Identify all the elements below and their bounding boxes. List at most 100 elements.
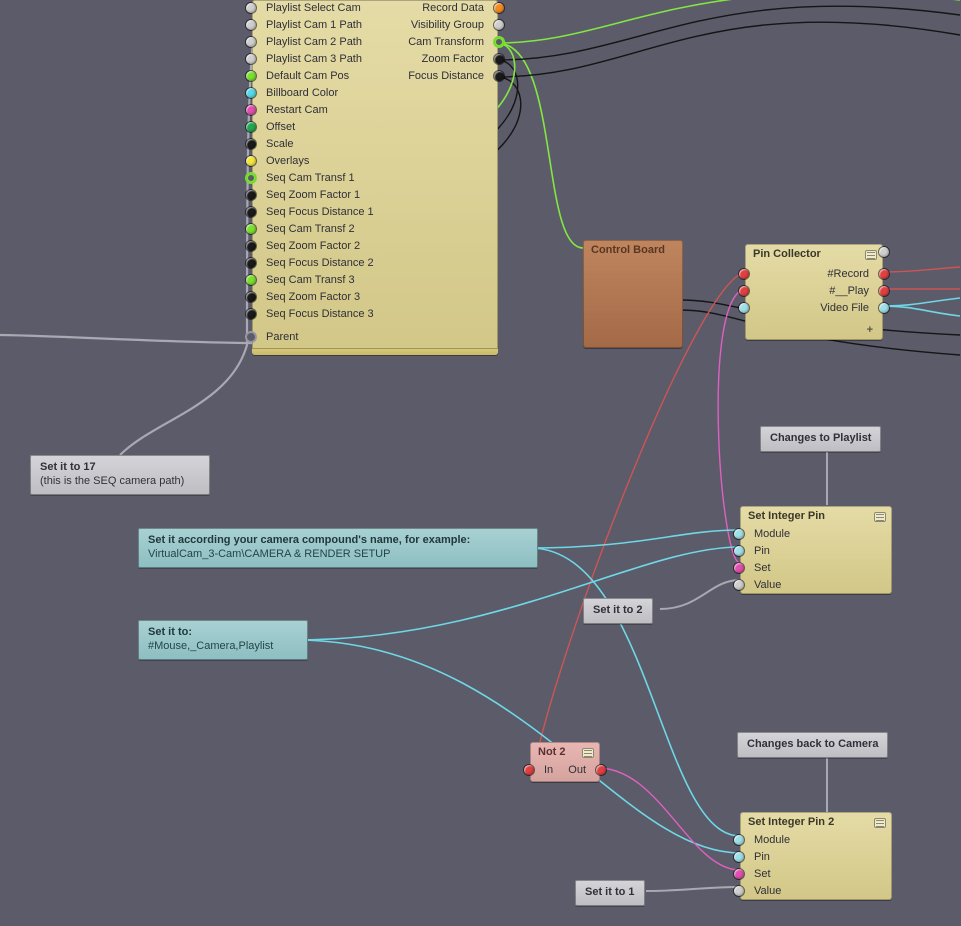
comment-mouse-camera: Set it to: #Mouse,_Camera,Playlist [138, 620, 308, 660]
input-seq-cam-transf-2: Seq Cam Transf 2 [252, 221, 407, 238]
pin-label: Scale [266, 138, 294, 150]
output-port[interactable] [494, 37, 504, 47]
pin-label: Cam Transform [408, 36, 484, 48]
input-restart-cam: Restart Cam [252, 102, 407, 119]
pin-label: Seq Focus Distance 3 [266, 308, 374, 320]
input-port[interactable] [246, 122, 256, 132]
input-playlist-cam-3-path: Playlist Cam 3 Path [252, 51, 407, 68]
input-port[interactable] [246, 3, 256, 13]
input-billboard-color: Billboard Color [252, 85, 407, 102]
pin-label: Record Data [422, 2, 484, 14]
pin-label: Billboard Color [266, 87, 338, 99]
input-parent: Parent [252, 329, 407, 346]
comment-set-to-2: Set it to 2 [583, 598, 653, 624]
output-port[interactable] [494, 3, 504, 13]
input-port[interactable] [246, 71, 256, 81]
input-port[interactable] [246, 20, 256, 30]
grip-icon[interactable] [874, 512, 886, 522]
output-port[interactable] [494, 71, 504, 81]
input-port[interactable] [246, 88, 256, 98]
output-port[interactable] [494, 20, 504, 30]
right-port[interactable] [879, 269, 889, 279]
set-int2-title: Set Integer Pin 2 [748, 816, 884, 828]
input-playlist-cam-2-path: Playlist Cam 2 Path [252, 34, 407, 51]
input-seq-zoom-factor-2: Seq Zoom Factor 2 [252, 238, 407, 255]
input-port[interactable] [246, 258, 256, 268]
set-integer-pin-node[interactable]: Set Integer Pin ModulePinSetValue [740, 506, 892, 594]
pin-label: Seq Zoom Factor 1 [266, 189, 360, 201]
input-port[interactable] [246, 275, 256, 285]
input-port[interactable] [246, 156, 256, 166]
grip-icon[interactable] [874, 818, 886, 828]
pin-value: Value [740, 883, 892, 900]
input-port[interactable] [734, 886, 744, 896]
left-port[interactable] [739, 303, 749, 313]
right-port[interactable] [879, 286, 889, 296]
input-port[interactable] [246, 105, 256, 115]
input-port[interactable] [246, 54, 256, 64]
add-pin-port[interactable] [879, 247, 889, 257]
input-port[interactable] [246, 207, 256, 217]
collector--play: #__Play [745, 283, 883, 300]
output-port[interactable] [494, 54, 504, 64]
input-port[interactable] [246, 309, 256, 319]
pin-label: Set [754, 868, 771, 880]
out-label: Out [568, 764, 586, 776]
input-port[interactable] [734, 852, 744, 862]
pin-pin: Pin [740, 849, 892, 866]
collector--record: #Record [745, 266, 883, 283]
pin-label: Focus Distance [408, 70, 484, 82]
pin-label: Offset [266, 121, 295, 133]
input-port[interactable] [734, 546, 744, 556]
control-board-node[interactable]: Control Board [583, 240, 683, 348]
comment-changes-playlist: Changes to Playlist [760, 426, 881, 452]
input-port[interactable] [246, 173, 256, 183]
in-port[interactable] [524, 765, 534, 775]
pin-label: Seq Focus Distance 1 [266, 206, 374, 218]
add-pin-button[interactable]: + [867, 324, 873, 336]
input-port[interactable] [246, 332, 256, 342]
pin-label: #Record [827, 268, 869, 280]
grip-icon[interactable] [865, 250, 877, 260]
pin-label: Playlist Cam 1 Path [266, 19, 362, 31]
pin-label: Module [754, 834, 790, 846]
input-port[interactable] [246, 241, 256, 251]
input-port[interactable] [734, 580, 744, 590]
input-port[interactable] [734, 835, 744, 845]
not-2-node[interactable]: Not 2 In Out [530, 742, 600, 782]
left-port[interactable] [739, 269, 749, 279]
pin-label: Overlays [266, 155, 309, 167]
input-seq-zoom-factor-1: Seq Zoom Factor 1 [252, 187, 407, 204]
out-port[interactable] [596, 765, 606, 775]
output-zoom-factor: Zoom Factor [388, 51, 498, 68]
right-port[interactable] [879, 303, 889, 313]
input-seq-cam-transf-3: Seq Cam Transf 3 [252, 272, 407, 289]
pin-label: Module [754, 528, 790, 540]
grip-icon[interactable] [582, 748, 594, 758]
pin-label: Value [754, 579, 781, 591]
pin-label: Default Cam Pos [266, 70, 349, 82]
input-seq-focus-distance-2: Seq Focus Distance 2 [252, 255, 407, 272]
camera-setup-node[interactable]: Playlist Select CamPlaylist Cam 1 PathPl… [252, 0, 498, 355]
pin-value: Value [740, 577, 892, 594]
input-port[interactable] [246, 139, 256, 149]
input-port[interactable] [734, 563, 744, 573]
input-port[interactable] [246, 37, 256, 47]
pin-label: Set [754, 562, 771, 574]
input-port[interactable] [734, 529, 744, 539]
pin-collector-node[interactable]: Pin Collector #Record#__PlayVideo File + [745, 244, 883, 340]
set-integer-pin-2-node[interactable]: Set Integer Pin 2 Module Pin Set Value [740, 812, 892, 900]
pin-label: Seq Focus Distance 2 [266, 257, 374, 269]
input-seq-focus-distance-1: Seq Focus Distance 1 [252, 204, 407, 221]
pin-collector-title: Pin Collector [753, 248, 875, 260]
input-scale: Scale [252, 136, 407, 153]
pin-pin: Pin [740, 543, 892, 560]
input-port[interactable] [246, 190, 256, 200]
input-seq-zoom-factor-3: Seq Zoom Factor 3 [252, 289, 407, 306]
left-port[interactable] [739, 286, 749, 296]
input-port[interactable] [246, 224, 256, 234]
output-focus-distance: Focus Distance [388, 68, 498, 85]
comment-set-to-1: Set it to 1 [575, 880, 645, 906]
input-port[interactable] [734, 869, 744, 879]
input-port[interactable] [246, 292, 256, 302]
